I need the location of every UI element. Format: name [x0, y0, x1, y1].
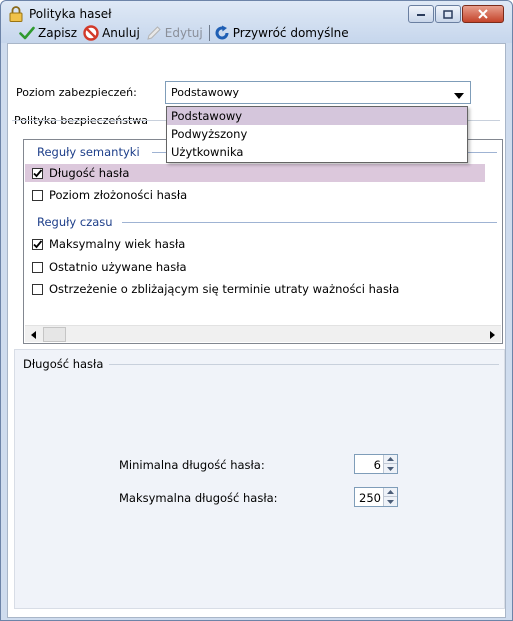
save-button[interactable]: Zapisz [19, 26, 77, 40]
arrow-right-icon [490, 330, 495, 339]
chevron-down-icon [454, 89, 464, 102]
toolbar: Zapisz Anuluj Edytuj Przywróć domyślne [19, 23, 355, 43]
title-bar[interactable]: Polityka haseł Zapisz Anuluj Edytuj Przy… [1, 1, 512, 43]
cancel-button[interactable]: Anuluj [83, 25, 140, 41]
dropdown-option-elevated[interactable]: Podwyższony [167, 125, 467, 143]
rules-list[interactable]: Reguły semantyki Długość hasła Poziom zł… [23, 139, 503, 344]
rule-label: Ostatnio używane hasła [49, 260, 187, 274]
rule-label: Poziom złożoności hasła [49, 188, 188, 202]
restore-label: Przywróć domyślne [232, 26, 349, 40]
checkmark-icon [33, 168, 43, 177]
toolbar-separator [208, 25, 210, 41]
security-level-value: Podstawowy [171, 86, 239, 99]
close-icon [478, 9, 488, 19]
rule-item-recently-used[interactable]: Ostatnio używane hasła [25, 258, 485, 276]
edit-button[interactable]: Edytuj [146, 25, 203, 41]
rule-item-complexity[interactable]: Poziom złożoności hasła [25, 186, 485, 204]
arrow-left-icon [31, 330, 36, 339]
rule-item-max-age[interactable]: Maksymalny wiek hasła [25, 235, 485, 253]
group-header-time: Reguły czasu [37, 215, 113, 229]
security-level-label: Poziom zabezpieczeń: [16, 86, 137, 99]
lock-icon [9, 6, 23, 22]
dropdown-option-user[interactable]: Użytkownika [167, 143, 467, 161]
group-divider [122, 222, 497, 223]
scroll-left-button[interactable] [25, 326, 42, 343]
arrow-down-icon [387, 466, 394, 471]
cancel-label: Anuluj [102, 26, 140, 40]
dropdown-option-basic[interactable]: Podstawowy [167, 107, 467, 125]
password-length-panel: Długość hasła Minimalna długość hasła: 6… [14, 349, 505, 609]
max-length-stepper[interactable]: 250 [354, 487, 398, 507]
edit-label: Edytuj [164, 26, 203, 40]
maximize-icon [443, 9, 453, 19]
group-header-semantics: Reguły semantyki [37, 145, 140, 159]
max-length-value: 250 [359, 491, 381, 505]
rule-item-expiry-warning[interactable]: Ostrzeżenie o zbliżającym się terminie u… [25, 280, 485, 298]
refresh-icon [215, 25, 229, 40]
restore-defaults-button[interactable]: Przywróć domyślne [214, 25, 349, 41]
close-button[interactable] [462, 5, 504, 23]
checkmark-icon [33, 239, 43, 248]
cancel-icon [83, 25, 99, 41]
arrow-down-icon [387, 499, 394, 504]
checkbox[interactable] [32, 283, 43, 295]
min-length-value: 6 [373, 458, 381, 472]
panel-divider [109, 364, 499, 365]
save-label: Zapisz [38, 26, 78, 40]
minimize-icon [417, 14, 425, 16]
scroll-right-button[interactable] [484, 326, 501, 343]
max-length-label: Maksymalna długość hasła: [119, 491, 278, 505]
maximize-button[interactable] [435, 5, 461, 23]
minimize-button[interactable] [408, 5, 434, 23]
increment-button[interactable] [384, 455, 397, 464]
rule-label: Długość hasła [49, 166, 130, 180]
scroll-thumb[interactable] [43, 327, 66, 342]
pencil-icon [147, 26, 161, 40]
horizontal-scrollbar[interactable] [25, 325, 501, 342]
decrement-button[interactable] [384, 464, 397, 473]
rule-item-password-length[interactable]: Długość hasła [25, 164, 485, 182]
checkmark-icon [19, 26, 35, 40]
min-length-stepper[interactable]: 6 [354, 454, 398, 474]
window-title: Polityka haseł [29, 7, 112, 21]
spin-buttons [383, 488, 397, 506]
arrow-up-icon [387, 457, 394, 461]
panel-title: Długość hasła [23, 357, 104, 371]
arrow-up-icon [387, 490, 394, 494]
checkbox[interactable] [32, 261, 43, 273]
min-length-label: Minimalna długość hasła: [119, 458, 265, 472]
security-level-dropdown: Podstawowy Podwyższony Użytkownika [166, 106, 468, 163]
checkbox[interactable] [32, 238, 43, 250]
checkbox[interactable] [32, 167, 43, 179]
increment-button[interactable] [384, 488, 397, 497]
spin-buttons [383, 455, 397, 473]
checkbox[interactable] [32, 189, 43, 201]
security-level-select[interactable]: Podstawowy [165, 81, 471, 104]
rule-label: Maksymalny wiek hasła [49, 237, 186, 251]
decrement-button[interactable] [384, 497, 397, 506]
rule-label: Ostrzeżenie o zbliżającym się terminie u… [49, 282, 400, 296]
